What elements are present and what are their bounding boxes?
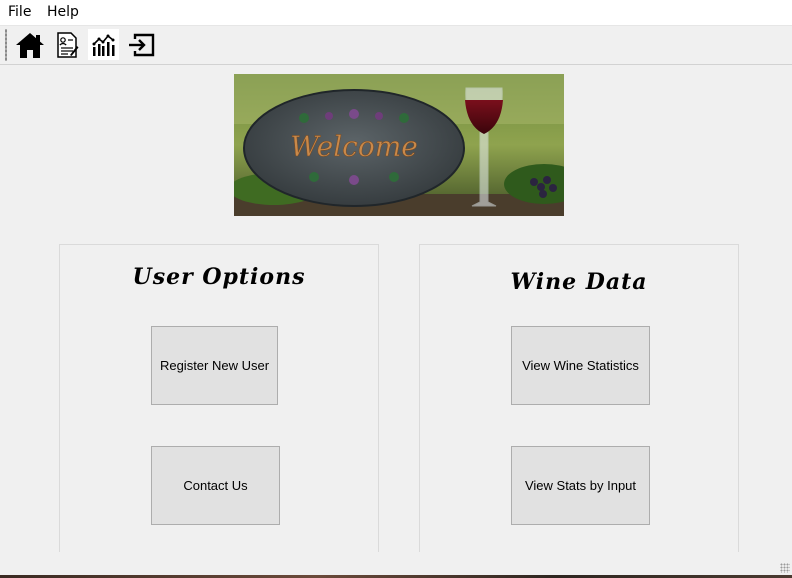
user-options-title: User Options [132, 264, 306, 290]
menu-bar: File Help [0, 0, 792, 26]
banner-welcome-text: Welcome [290, 130, 418, 163]
home-button[interactable] [14, 29, 45, 60]
menu-help[interactable]: Help [47, 4, 79, 21]
view-stats-by-input-button[interactable]: View Stats by Input [511, 446, 650, 525]
view-wine-statistics-button[interactable]: View Wine Statistics [511, 326, 650, 405]
welcome-banner-image: Welcome [234, 74, 564, 216]
wine-data-panel: Wine Data View Wine Statistics View Stat… [419, 244, 739, 552]
home-icon [15, 32, 44, 58]
register-form-icon [56, 31, 78, 58]
toolbar-grip[interactable] [5, 29, 7, 61]
logout-icon [128, 33, 154, 56]
user-options-panel: User Options Register New User Contact U… [59, 244, 379, 552]
statistics-button[interactable] [88, 29, 119, 60]
register-new-user-button[interactable]: Register New User [151, 326, 278, 405]
statistics-chart-icon [92, 34, 114, 56]
menu-file[interactable]: File [8, 4, 31, 21]
logout-button[interactable] [125, 29, 156, 60]
register-form-button[interactable] [51, 29, 82, 60]
contact-us-button[interactable]: Contact Us [151, 446, 280, 525]
wine-data-title: Wine Data [510, 269, 648, 295]
toolbar [0, 26, 792, 65]
window-resize-grip[interactable] [780, 563, 790, 573]
